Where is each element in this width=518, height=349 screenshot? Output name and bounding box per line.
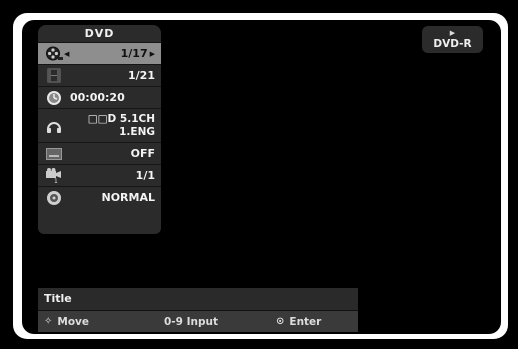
- film-chapter-icon: [44, 68, 64, 84]
- help-bar: Title ✧ Move 0-9 Input ⊙ Enter: [38, 288, 358, 332]
- audio-row[interactable]: □□D 5.1CH 1.ENG: [38, 108, 161, 142]
- play-icon: ▶: [449, 29, 456, 37]
- right-arrow-icon[interactable]: ▶: [150, 50, 155, 58]
- move-label: Move: [57, 315, 90, 328]
- audio-language: 1.ENG: [119, 125, 155, 138]
- input-label: 0-9 Input: [164, 315, 219, 328]
- input-hint: 0-9 Input: [164, 316, 276, 328]
- move-hint: ✧ Move: [44, 316, 164, 328]
- enter-label: Enter: [289, 315, 322, 328]
- left-arrow-icon[interactable]: ◀: [64, 50, 69, 58]
- headphones-icon: [44, 118, 64, 134]
- enter-icon: ⊙: [276, 316, 285, 327]
- subtitle-icon: [44, 146, 64, 162]
- chapter-value: 1/21: [128, 69, 155, 82]
- screen: DVD ◀ 1/17 ▶ 1/21 00:00:20 □□D 5.1CH 1.E…: [0, 0, 518, 349]
- enter-hint: ⊙ Enter: [276, 316, 321, 328]
- disc-info-panel: DVD ◀ 1/17 ▶ 1/21 00:00:20 □□D 5.1CH 1.E…: [38, 25, 161, 234]
- sound-row[interactable]: NORMAL: [38, 186, 161, 208]
- panel-header: DVD: [84, 27, 115, 40]
- move-arrows-icon: ✧: [44, 316, 53, 327]
- svg-text:1: 1: [54, 178, 58, 183]
- disc-reel-icon: [44, 46, 64, 62]
- audio-value: □□D 5.1CH 1.ENG: [64, 113, 155, 139]
- title-value: 1/17: [120, 47, 148, 60]
- clock-icon: [44, 90, 64, 106]
- help-keys: ✧ Move 0-9 Input ⊙ Enter: [38, 311, 358, 332]
- playback-status: ▶ DVD-R: [422, 26, 483, 53]
- audio-format: □□D 5.1CH: [87, 112, 155, 125]
- camera-angle-icon: 1: [44, 168, 64, 184]
- sound-value: NORMAL: [101, 191, 156, 204]
- time-row[interactable]: 00:00:20: [38, 86, 161, 108]
- chapter-row[interactable]: 1/21: [38, 64, 161, 86]
- title-row[interactable]: ◀ 1/17 ▶: [38, 42, 161, 64]
- help-title: Title: [38, 288, 358, 311]
- sound-icon: [44, 190, 64, 206]
- angle-row[interactable]: 1 1/1: [38, 164, 161, 186]
- angle-value: 1/1: [135, 169, 155, 182]
- subtitle-row[interactable]: OFF: [38, 142, 161, 164]
- subtitle-value: OFF: [130, 147, 155, 160]
- disc-type-label: DVD-R: [433, 38, 472, 50]
- time-value: 00:00:20: [70, 91, 125, 104]
- osd-stage: DVD ◀ 1/17 ▶ 1/21 00:00:20 □□D 5.1CH 1.E…: [22, 20, 501, 334]
